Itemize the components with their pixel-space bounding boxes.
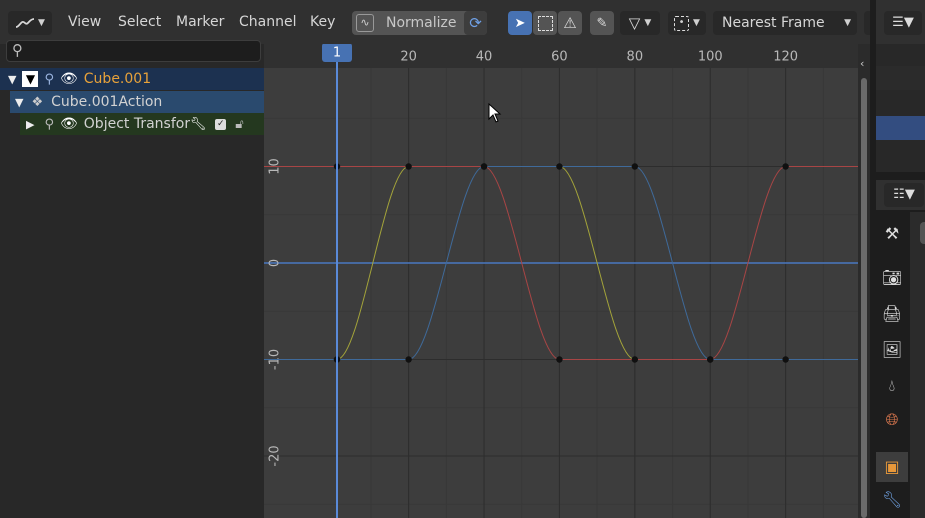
render-icon[interactable]: 📷︎	[879, 268, 905, 294]
eye-icon[interactable]: 👁︎	[60, 116, 78, 132]
editor-type-button[interactable]: ☷▼	[884, 183, 924, 207]
pin-icon[interactable]: ⚲	[44, 72, 54, 87]
menu-select[interactable]: Select	[118, 14, 161, 30]
properties-field-edge[interactable]	[920, 222, 925, 244]
show-errors-button[interactable]: ⚠	[558, 11, 582, 35]
keyframe-point	[556, 163, 563, 170]
channel-label: Cube.001Action	[51, 94, 163, 110]
frame-tick-label: 40	[476, 50, 493, 65]
properties-header: ☷▼	[876, 180, 925, 210]
frame-tick-label: 80	[627, 50, 644, 65]
normalize-icon: ∿	[356, 14, 374, 32]
snap-mode-dropdown[interactable]: Nearest Frame ▼	[713, 11, 857, 35]
pivot-icon: ✎	[596, 15, 608, 31]
pin-icon[interactable]: ⚲	[44, 117, 54, 132]
outliner-selected-row[interactable]	[876, 116, 925, 140]
graph-editor-icon	[15, 16, 35, 30]
outliner-display-mode-button[interactable]: ☰▼	[884, 11, 922, 35]
graph-region[interactable]: 20 40 60 80 100 120 10 0 -10 -20 1	[264, 44, 858, 518]
menu-channel[interactable]: Channel	[239, 14, 296, 30]
value-tick-label: -20	[268, 445, 283, 466]
normalize-label: Normalize	[386, 15, 457, 31]
value-tick-label: 0	[268, 259, 283, 267]
object-data-icon: ▼	[22, 71, 39, 87]
frame-tick-label: 100	[698, 50, 723, 65]
snap-mode-label: Nearest Frame	[722, 15, 825, 31]
keyframe-point	[405, 163, 412, 170]
outliner-row	[876, 66, 925, 90]
checkbox-icon[interactable]: ✓	[215, 118, 227, 130]
output-icon[interactable]: 🖨︎	[879, 304, 905, 330]
view-layer-icon[interactable]: 🖼︎	[879, 340, 905, 366]
keyframe-point	[782, 356, 789, 363]
editor-type-button[interactable]: ▼	[8, 11, 52, 35]
menu-key[interactable]: Key	[310, 14, 335, 30]
frame-tick-label: 120	[773, 50, 798, 65]
keyframe-point	[631, 356, 639, 363]
menu-view[interactable]: View	[68, 14, 101, 30]
filter-icon: ▽	[628, 14, 641, 32]
outliner-header: ☰▼	[876, 0, 925, 44]
search-icon: ⚲	[12, 41, 23, 59]
keyframe-point	[556, 356, 563, 363]
expand-arrow-icon[interactable]: ▼	[8, 73, 16, 86]
cursor-arrow-icon: ➤	[514, 15, 526, 31]
properties-content	[910, 212, 925, 518]
outliner-body	[876, 44, 925, 172]
expand-arrow-icon[interactable]: ▶	[26, 118, 34, 131]
warning-icon: ⚠	[563, 14, 577, 32]
current-frame-label: 1	[333, 46, 341, 61]
chevron-down-icon: ▼	[644, 18, 652, 28]
channel-label: Cube.001	[83, 71, 152, 87]
chevron-down-icon: ▼	[844, 18, 851, 28]
keyframe-point	[782, 163, 789, 170]
vertical-scrollbar[interactable]	[861, 78, 867, 518]
action-icon: ❖	[31, 94, 44, 110]
channel-label: Object Transform	[83, 116, 190, 132]
only-selected-handles-button[interactable]	[533, 11, 557, 35]
lock-icon[interactable]: 🔓︎	[235, 117, 243, 132]
channel-search-input[interactable]: ⚲	[6, 40, 261, 62]
pivot-point-icon: •	[674, 15, 690, 31]
channel-row-group[interactable]: ▶ ⚲ 👁︎ Object Transform 🔧︎ ✓ 🔓︎	[20, 113, 264, 135]
frame-tick-label: 20	[400, 50, 417, 65]
refresh-icon: ⟳	[469, 14, 482, 32]
normalize-refresh-button[interactable]: ⟳	[464, 11, 487, 35]
eye-icon[interactable]: 👁︎	[60, 71, 78, 87]
filters-dropdown[interactable]: ▽ ▼	[620, 11, 660, 35]
chevron-left-icon[interactable]: ‹	[860, 57, 864, 70]
expand-arrow-icon[interactable]: ▼	[15, 96, 23, 109]
keyframe-point	[631, 163, 639, 170]
select-box-icon	[537, 15, 553, 31]
menu-marker[interactable]: Marker	[176, 14, 224, 30]
wrench-icon[interactable]: 🔧︎	[190, 117, 207, 132]
graph-canvas[interactable]: 20 40 60 80 100 120100-10-201	[264, 44, 858, 518]
channel-row-action[interactable]: ▼ ❖ Cube.001Action	[10, 91, 264, 113]
graph-editor-header: ▼ View Select Marker Channel Key ∿ Norma…	[0, 0, 870, 44]
properties-panel: ☰▼ ☷▼ ⚒ 📷︎ 🖨︎ 🖼︎ 💧︎ 🌐︎ ▣ 🔧︎	[870, 0, 925, 518]
world-icon[interactable]: 🌐︎	[879, 410, 905, 436]
chevron-down-icon: ▼	[693, 18, 700, 28]
scene-icon[interactable]: 💧︎	[879, 376, 905, 402]
chevron-down-icon: ▼	[38, 18, 45, 28]
auto-normalize-button[interactable]: ✎	[590, 11, 614, 35]
pivot-point-dropdown[interactable]: • ▼	[668, 11, 706, 35]
object-icon[interactable]: ▣	[876, 452, 908, 482]
keyframe-point	[707, 356, 714, 363]
modifier-wrench-icon[interactable]: 🔧︎	[879, 490, 905, 516]
tool-icon[interactable]: ⚒	[879, 224, 905, 250]
region-divider[interactable]: ‹	[858, 44, 870, 518]
frame-tick-label: 60	[551, 50, 568, 65]
keyframe-point	[405, 356, 412, 363]
channel-list: ⚲ ▼ ▼ ⚲ 👁︎ Cube.001 ▼ ❖ Cube.001Action ▶…	[0, 40, 264, 518]
keyframe-point	[480, 163, 488, 170]
channel-row-object[interactable]: ▼ ▼ ⚲ 👁︎ Cube.001	[0, 68, 264, 90]
properties-tabs: ⚒ 📷︎ 🖨︎ 🖼︎ 💧︎ 🌐︎ ▣ 🔧︎	[876, 210, 908, 518]
only-selected-keyframes-button[interactable]: ➤	[508, 11, 532, 35]
mouse-cursor-icon	[488, 102, 502, 123]
